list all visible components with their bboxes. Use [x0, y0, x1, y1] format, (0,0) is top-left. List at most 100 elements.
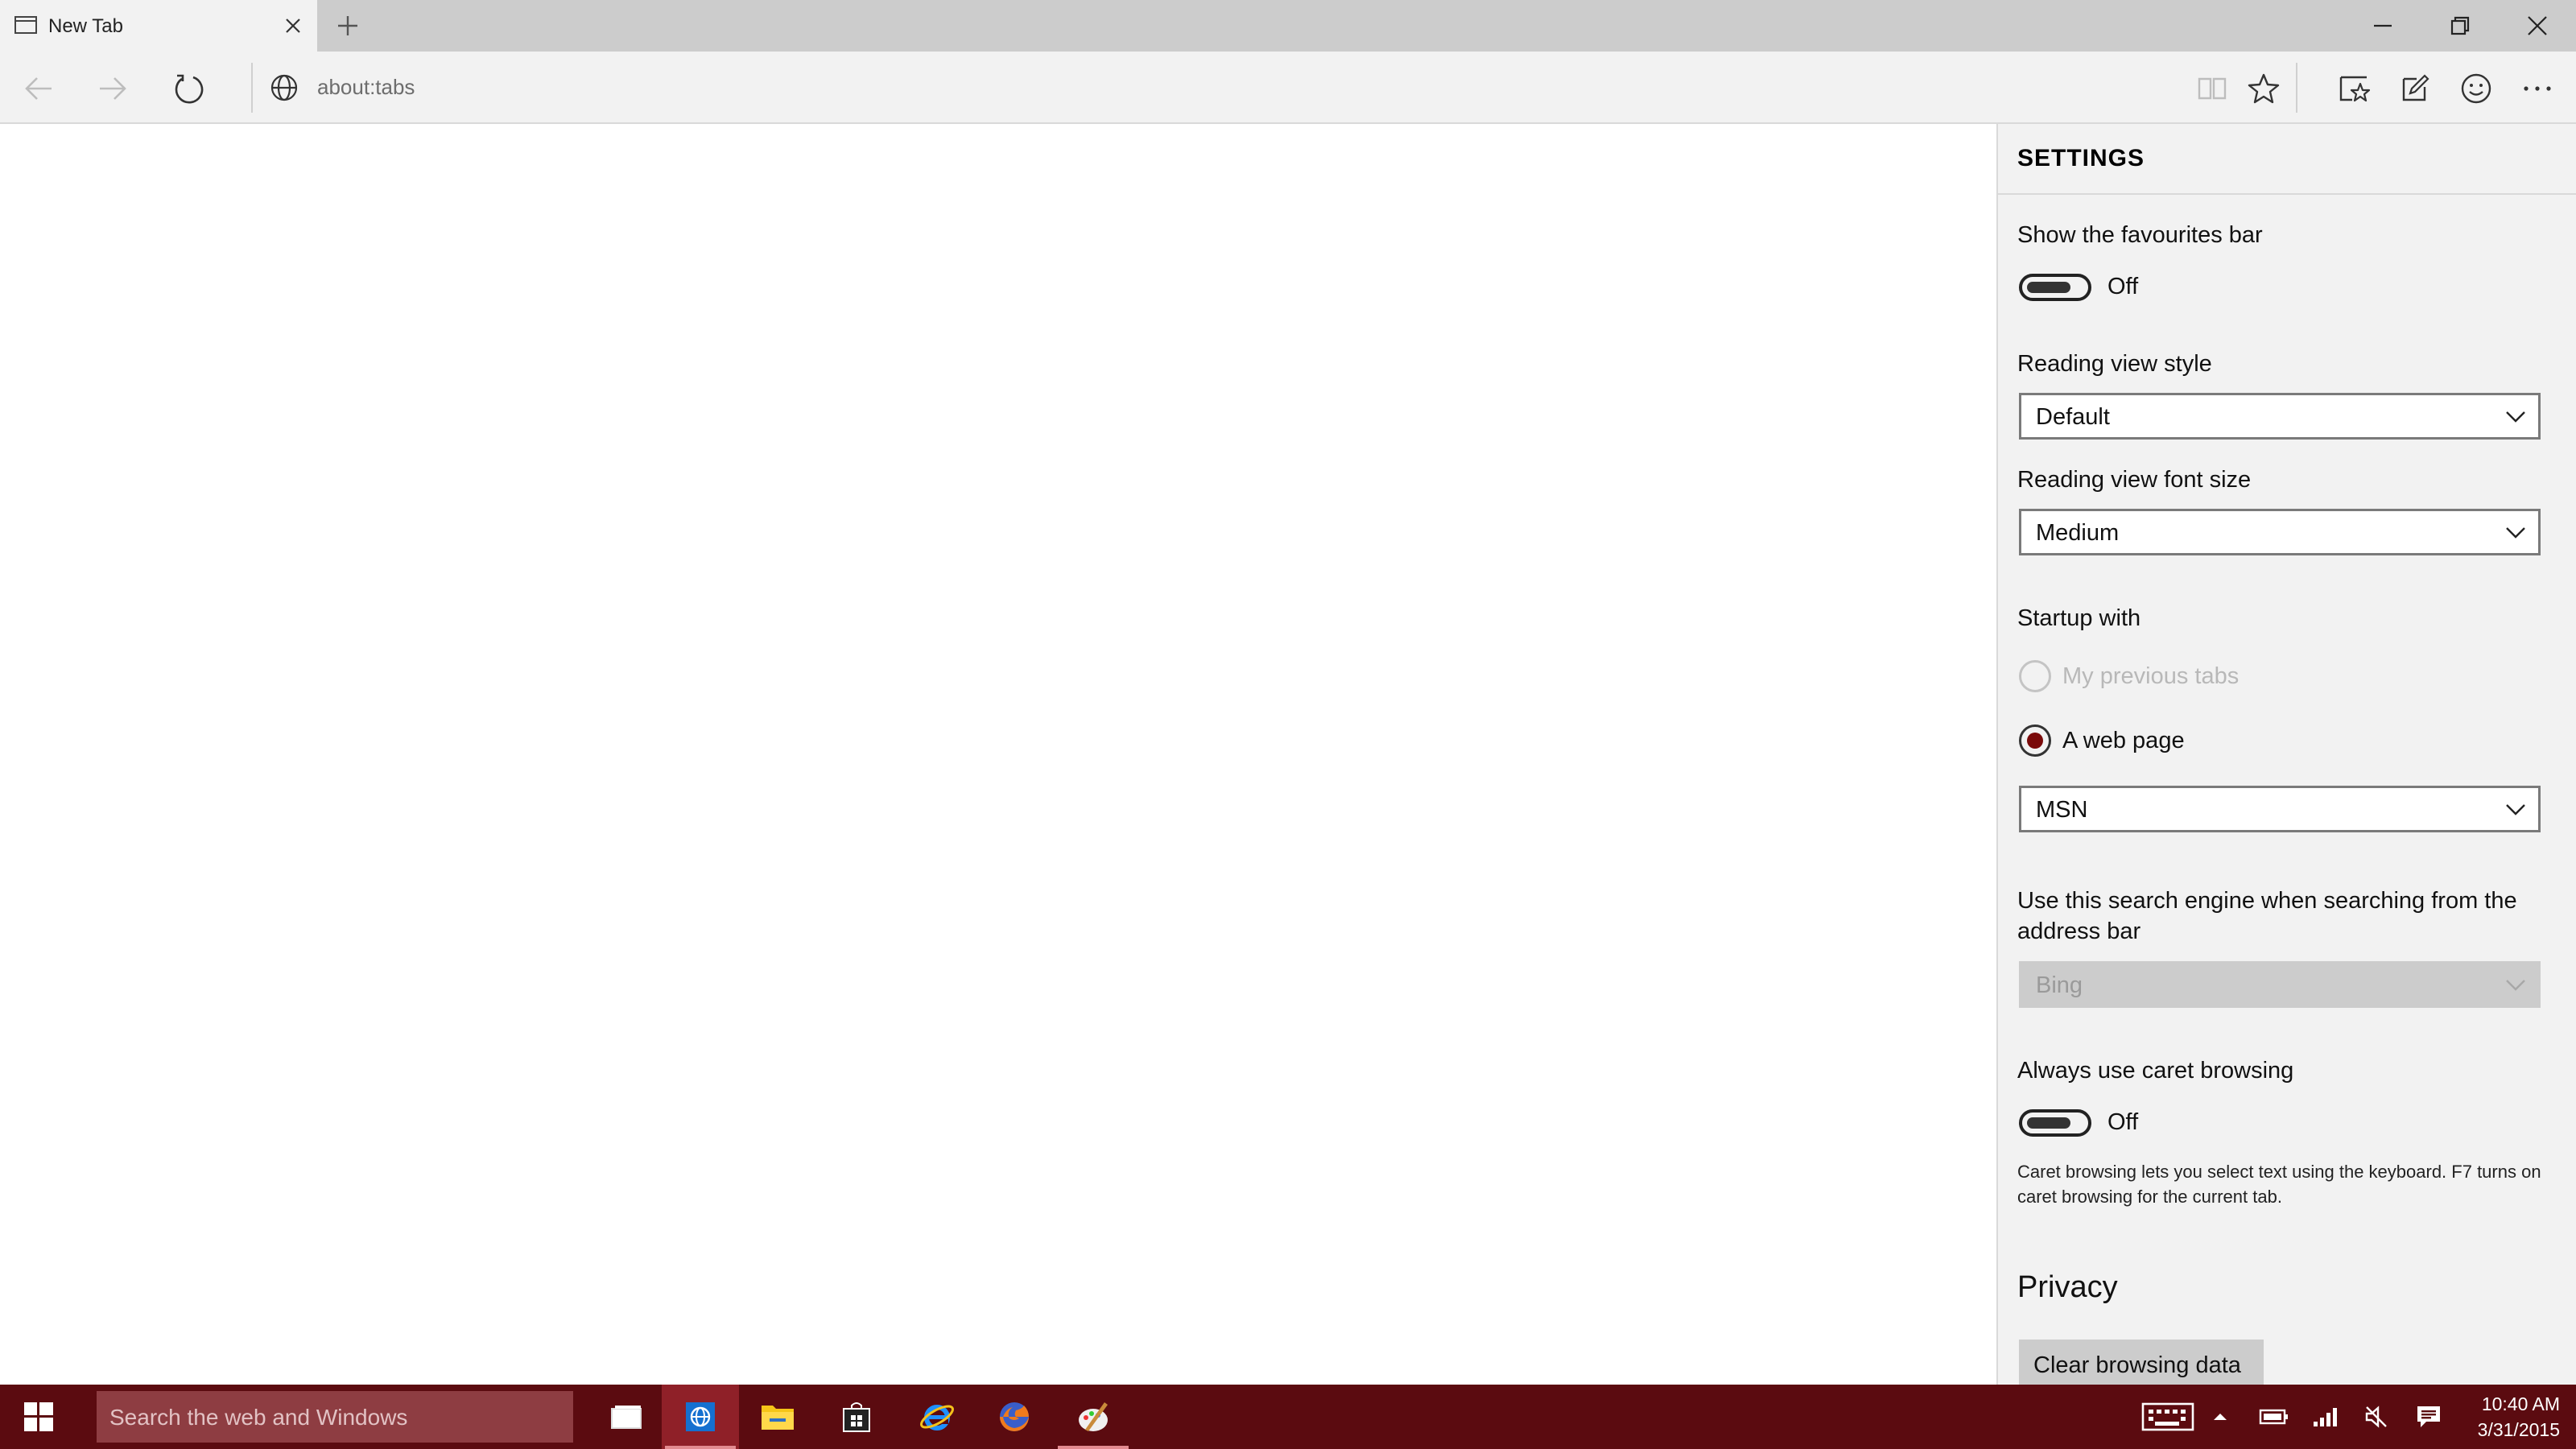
close-window-button[interactable]: [2499, 0, 2576, 52]
privacy-heading: Privacy: [2017, 1270, 2118, 1304]
volume-muted-icon: [2365, 1406, 2387, 1428]
tab-new-tab[interactable]: New Tab: [0, 0, 317, 53]
taskbar-app-paint[interactable]: [1055, 1385, 1132, 1449]
toolbar-divider: [251, 63, 253, 113]
folder-icon: [762, 1406, 794, 1430]
address-toolbar: about:tabs: [0, 52, 2576, 124]
windows-logo-icon: [24, 1402, 53, 1431]
web-note-icon: [2402, 74, 2429, 101]
restore-icon: [2450, 16, 2470, 35]
taskbar-app-file-explorer[interactable]: [739, 1385, 816, 1449]
taskbar-app-browser[interactable]: [662, 1385, 739, 1449]
startup-webpage-label: A web page: [2062, 728, 2185, 753]
chevron-down-icon: [2506, 980, 2525, 991]
toolbar-divider: [2296, 63, 2297, 113]
settings-heading: SETTINGS: [2017, 145, 2145, 171]
clear-browsing-data-button[interactable]: Clear browsing data: [2019, 1340, 2264, 1385]
taskbar-clock[interactable]: 10:40 AM 3/31/2015: [2439, 1391, 2560, 1443]
star-icon: [2248, 73, 2280, 104]
smiley-icon: [2461, 73, 2491, 104]
signal-icon: [2314, 1408, 2337, 1426]
more-button[interactable]: [2515, 66, 2560, 109]
favourites-bar-label: Show the favourites bar: [2017, 222, 2263, 248]
search-engine-select[interactable]: Bing: [2019, 961, 2541, 1008]
taskbar-app-store[interactable]: [818, 1385, 895, 1449]
back-arrow-icon: [25, 77, 52, 100]
search-engine-label: Use this search engine when searching fr…: [2017, 888, 2517, 944]
battery-icon: [2259, 1409, 2288, 1425]
new-tab-icon[interactable]: [332, 11, 364, 40]
web-note-button[interactable]: [2392, 66, 2438, 109]
tab-page-icon: [14, 16, 37, 34]
minimize-icon: [2374, 24, 2392, 27]
network-button[interactable]: [2307, 1385, 2344, 1449]
task-view-icon: [611, 1406, 642, 1429]
caret-browsing-state: Off: [2107, 1109, 2139, 1135]
refresh-button[interactable]: [166, 66, 211, 109]
store-icon: [843, 1402, 870, 1432]
startup-previous-radio[interactable]: [2019, 660, 2051, 692]
chevron-down-icon: [2506, 804, 2525, 815]
taskbar: Search the web and Windows 10:40 AM 3/31…: [0, 1385, 2576, 1449]
taskbar-app-firefox[interactable]: [976, 1385, 1053, 1449]
more-icon: [2524, 86, 2551, 91]
chevron-down-icon: [2506, 527, 2525, 539]
reading-style-value: Default: [2036, 404, 2110, 430]
task-view-button[interactable]: [588, 1385, 665, 1449]
reading-font-select[interactable]: Medium: [2019, 509, 2541, 555]
close-icon: [2528, 16, 2547, 35]
paint-icon: [1079, 1402, 1108, 1431]
tab-title: New Tab: [48, 15, 123, 37]
internet-explorer-icon: [920, 1405, 954, 1430]
clock-time: 10:40 AM: [2481, 1393, 2560, 1414]
favourites-bar-toggle[interactable]: [2019, 274, 2091, 301]
startup-page-select[interactable]: MSN: [2019, 786, 2541, 832]
startup-previous-label: My previous tabs: [2062, 663, 2240, 689]
startup-webpage-radio[interactable]: [2019, 724, 2051, 757]
divider: [1998, 193, 2576, 195]
reading-view-button[interactable]: [2190, 66, 2235, 109]
minimize-button[interactable]: [2344, 0, 2421, 52]
forward-button[interactable]: [90, 66, 135, 109]
taskbar-app-internet-explorer[interactable]: [898, 1385, 976, 1449]
notification-icon: [2417, 1406, 2440, 1427]
startup-page-value: MSN: [2036, 797, 2088, 823]
taskbar-search-placeholder: Search the web and Windows: [109, 1405, 408, 1430]
close-tab-icon[interactable]: [280, 13, 306, 39]
taskbar-search-box[interactable]: Search the web and Windows: [97, 1391, 573, 1443]
forward-arrow-icon: [100, 77, 126, 100]
favourites-bar-state: Off: [2107, 274, 2139, 299]
clock-date: 3/31/2015: [2477, 1419, 2560, 1440]
touch-keyboard-button[interactable]: [2138, 1385, 2198, 1449]
start-button[interactable]: [0, 1385, 77, 1449]
volume-button[interactable]: [2359, 1385, 2396, 1449]
caret-browsing-label: Always use caret browsing: [2017, 1058, 2294, 1084]
active-indicator: [1058, 1446, 1129, 1449]
title-bar: New Tab: [0, 0, 2576, 53]
battery-button[interactable]: [2254, 1385, 2294, 1449]
startup-label: Startup with: [2017, 605, 2141, 631]
address-input[interactable]: about:tabs: [317, 75, 415, 100]
search-engine-value: Bing: [2036, 972, 2083, 998]
caret-browsing-description: Caret browsing lets you select text usin…: [2017, 1162, 2541, 1207]
favourite-button[interactable]: [2241, 66, 2286, 109]
reading-font-value: Medium: [2036, 520, 2120, 546]
restore-button[interactable]: [2421, 0, 2499, 52]
keyboard-icon: [2141, 1402, 2194, 1431]
settings-pane: SETTINGS Show the favourites bar Off Rea…: [1996, 124, 2576, 1385]
refresh-icon: [175, 74, 204, 104]
active-indicator: [665, 1446, 736, 1449]
hub-button[interactable]: [2331, 66, 2376, 109]
hub-icon: [2339, 76, 2371, 102]
firefox-icon: [1000, 1402, 1029, 1431]
back-button[interactable]: [16, 66, 61, 109]
reading-font-label: Reading view font size: [2017, 467, 2252, 493]
caret-browsing-toggle[interactable]: [2019, 1109, 2091, 1137]
reading-view-icon: [2198, 77, 2227, 100]
show-hidden-icons-button[interactable]: [2204, 1385, 2236, 1449]
reading-style-select[interactable]: Default: [2019, 393, 2541, 440]
browser-app-icon: [686, 1402, 715, 1431]
chevron-up-icon: [2214, 1414, 2227, 1420]
chevron-down-icon: [2506, 411, 2525, 423]
feedback-button[interactable]: [2454, 66, 2499, 109]
